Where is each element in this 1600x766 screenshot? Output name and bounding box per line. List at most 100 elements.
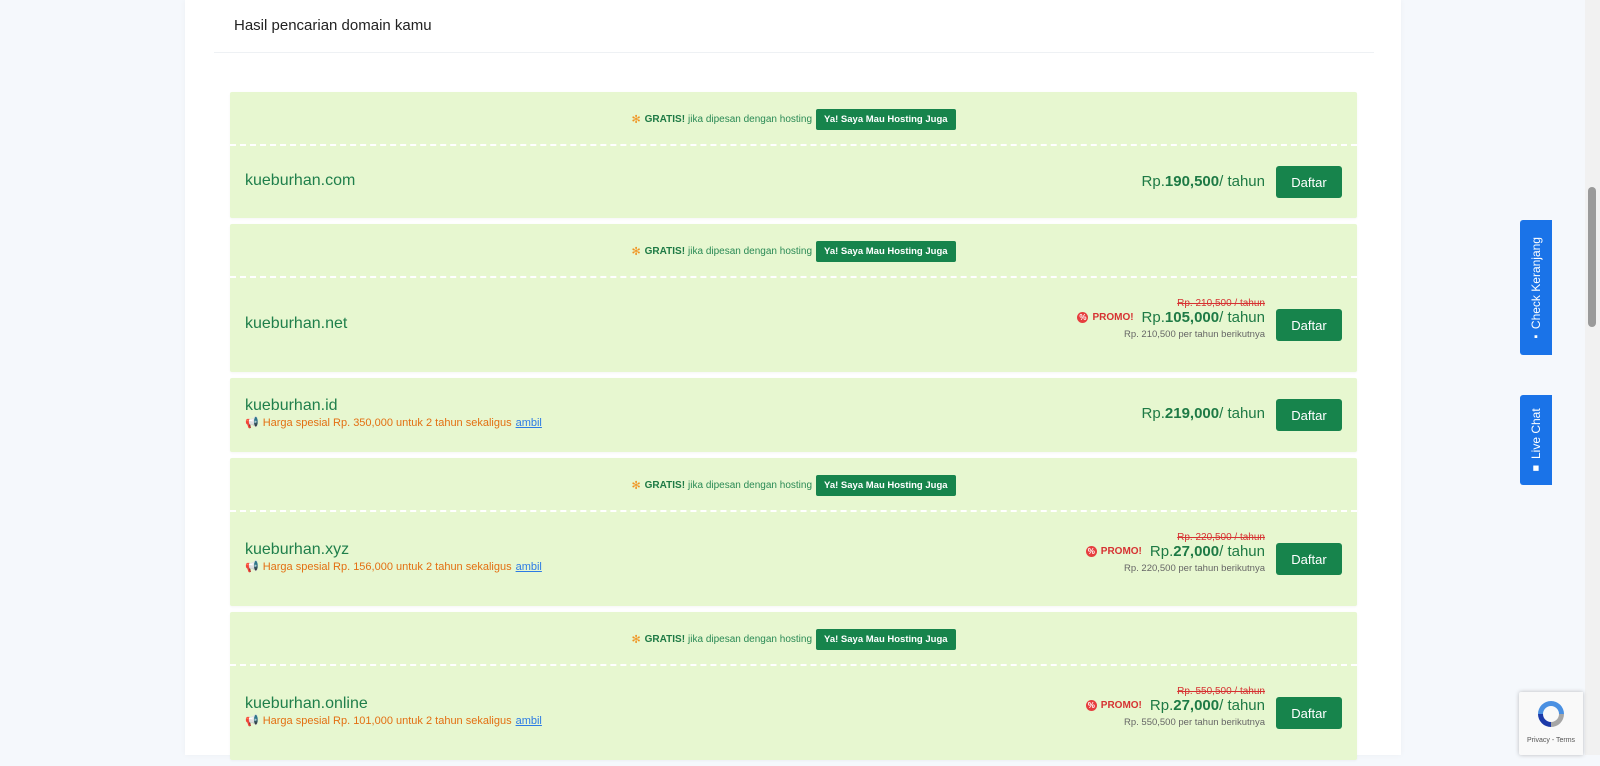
price-block: Rp. 210,500 / tahun % PROMO! Rp.105,000/ … [1077, 298, 1265, 340]
old-price: Rp. 210,500 / tahun [1177, 298, 1265, 309]
gratis-label: GRATIS! [644, 633, 686, 645]
domain-result-card: ✻ GRATIS! jika dipesan dengan hosting Ya… [230, 224, 1357, 372]
register-button[interactable]: Daftar [1276, 697, 1342, 729]
recaptcha-badge[interactable]: Privacy - Terms [1519, 692, 1583, 755]
promo-icon: % [1085, 546, 1097, 557]
domain-result-card: ✻ GRATIS! jika dipesan dengan hosting Ya… [230, 458, 1357, 606]
promo-badge: % PROMO! [1085, 700, 1142, 711]
register-button[interactable]: Daftar [1276, 543, 1342, 575]
price-block: Rp.190,500/ tahun [1142, 173, 1265, 190]
promo-label: PROMO! [1100, 546, 1142, 557]
take-offer-link[interactable]: ambil [516, 715, 542, 727]
hosting-promo-strip: ✻ GRATIS! jika dipesan dengan hosting Ya… [230, 92, 1357, 146]
currency: Rp. [1141, 309, 1165, 326]
gift-icon: ✻ [631, 113, 641, 126]
price-line: % PROMO! Rp.27,000/ tahun [1085, 697, 1265, 714]
gratis-label: GRATIS! [644, 245, 686, 257]
domain-name: kueburhan.net [245, 315, 348, 332]
renewal-price: Rp. 210,500 per tahun berikutnya [1123, 329, 1265, 340]
promo-label: PROMO! [1100, 700, 1142, 711]
old-price: Rp. 220,500 / tahun [1177, 532, 1265, 543]
price-line: % PROMO! Rp.27,000/ tahun [1085, 543, 1265, 560]
domain-result-card: ✻ GRATIS! jika dipesan dengan hosting Ya… [230, 612, 1357, 760]
page-title: Hasil pencarian domain kamu [234, 17, 432, 34]
gift-icon: ✻ [631, 633, 641, 646]
register-button[interactable]: Daftar [1276, 399, 1342, 431]
take-offer-link[interactable]: ambil [516, 417, 542, 429]
price-period: / tahun [1219, 543, 1265, 560]
add-hosting-button[interactable]: Ya! Saya Mau Hosting Juga [816, 108, 956, 130]
check-cart-tab[interactable]: ▪ Check Keranjang [1520, 220, 1552, 355]
price-period: / tahun [1219, 309, 1265, 326]
add-hosting-button[interactable]: Ya! Saya Mau Hosting Juga [816, 474, 956, 496]
gratis-label: GRATIS! [644, 479, 686, 491]
domain-row: kueburhan.net Rp. 210,500 / tahun % PROMO… [230, 278, 1357, 372]
domain-name: kueburhan.id [245, 397, 338, 414]
old-price: Rp. 550,500 / tahun [1177, 686, 1265, 697]
hosting-promo-strip: ✻ GRATIS! jika dipesan dengan hosting Ya… [230, 224, 1357, 278]
price-line: Rp.190,500/ tahun [1142, 173, 1265, 190]
currency: Rp. [1149, 697, 1174, 714]
gift-icon: ✻ [631, 479, 641, 492]
price-block: Rp. 550,500 / tahun % PROMO! Rp.27,000/ t… [1085, 686, 1265, 728]
domain-result-card: kueburhan.id 📢 Harga spesial Rp. 350,000… [230, 378, 1357, 452]
register-button[interactable]: Daftar [1276, 309, 1342, 341]
scroll-thumb[interactable] [1588, 187, 1596, 327]
add-hosting-button[interactable]: Ya! Saya Mau Hosting Juga [816, 240, 956, 262]
megaphone-icon: 📢 [245, 417, 259, 429]
price-period: / tahun [1219, 173, 1265, 190]
price-line: % PROMO! Rp.105,000/ tahun [1077, 309, 1265, 326]
results-list: ✻ GRATIS! jika dipesan dengan hosting Ya… [230, 92, 1357, 766]
add-hosting-button[interactable]: Ya! Saya Mau Hosting Juga [816, 628, 956, 650]
price-amount: 219,000 [1164, 405, 1220, 422]
recaptcha-icon [1519, 698, 1583, 735]
gratis-label: GRATIS! [644, 113, 686, 125]
chat-icon: ■ [1532, 462, 1540, 475]
divider [214, 52, 1374, 53]
megaphone-icon: 📢 [245, 561, 259, 573]
promo-icon: % [1077, 312, 1089, 323]
special-offer-text: Harga spesial Rp. 101,000 untuk 2 tahun … [262, 714, 512, 727]
scrollbar[interactable] [1585, 0, 1600, 755]
price-amount: 27,000 [1173, 697, 1220, 714]
special-offer-text: Harga spesial Rp. 156,000 untuk 2 tahun … [262, 560, 512, 573]
special-offer-text: Harga spesial Rp. 350,000 untuk 2 tahun … [262, 416, 512, 429]
price-period: / tahun [1219, 697, 1265, 714]
domain-row: kueburhan.id 📢 Harga spesial Rp. 350,000… [230, 378, 1357, 452]
register-button[interactable]: Daftar [1276, 166, 1342, 198]
price-block: Rp. 220,500 / tahun % PROMO! Rp.27,000/ t… [1085, 532, 1265, 574]
currency: Rp. [1141, 173, 1165, 190]
promo-icon: % [1085, 700, 1097, 711]
megaphone-icon: 📢 [245, 715, 259, 727]
live-chat-label: Live Chat [1529, 408, 1543, 460]
domain-row: kueburhan.xyz 📢 Harga spesial Rp. 156,00… [230, 512, 1357, 606]
renewal-price: Rp. 550,500 per tahun berikutnya [1123, 717, 1265, 728]
domain-result-card: ✻ GRATIS! jika dipesan dengan hosting Ya… [230, 92, 1357, 218]
hosting-promo-strip: ✻ GRATIS! jika dipesan dengan hosting Ya… [230, 612, 1357, 666]
domain-name: kueburhan.online [245, 695, 368, 712]
promo-text: jika dipesan dengan hosting [688, 245, 813, 257]
promo-label: PROMO! [1092, 312, 1134, 323]
price-amount: 27,000 [1173, 543, 1220, 560]
promo-badge: % PROMO! [1077, 312, 1134, 323]
price-line: Rp.219,000/ tahun [1142, 405, 1265, 422]
cart-icon: ▪ [1534, 330, 1538, 343]
currency: Rp. [1141, 405, 1165, 422]
take-offer-link[interactable]: ambil [516, 561, 542, 573]
special-offer: 📢 Harga spesial Rp. 350,000 untuk 2 tahu… [245, 416, 542, 430]
promo-text: jika dipesan dengan hosting [688, 633, 813, 645]
currency: Rp. [1149, 543, 1174, 560]
gift-icon: ✻ [631, 245, 641, 258]
recaptcha-links[interactable]: Privacy - Terms [1519, 737, 1583, 744]
price-period: / tahun [1219, 405, 1265, 422]
domain-row: kueburhan.online 📢 Harga spesial Rp. 101… [230, 666, 1357, 760]
price-block: Rp.219,000/ tahun [1142, 405, 1265, 422]
promo-badge: % PROMO! [1085, 546, 1142, 557]
special-offer: 📢 Harga spesial Rp. 101,000 untuk 2 tahu… [245, 714, 542, 728]
price-amount: 190,500 [1164, 173, 1220, 190]
promo-text: jika dipesan dengan hosting [688, 479, 813, 491]
check-cart-label: Check Keranjang [1529, 236, 1543, 329]
live-chat-tab[interactable]: ■ Live Chat [1520, 395, 1552, 485]
domain-row: kueburhan.com Rp.190,500/ tahun Daftar [230, 146, 1357, 218]
price-amount: 105,000 [1164, 309, 1220, 326]
